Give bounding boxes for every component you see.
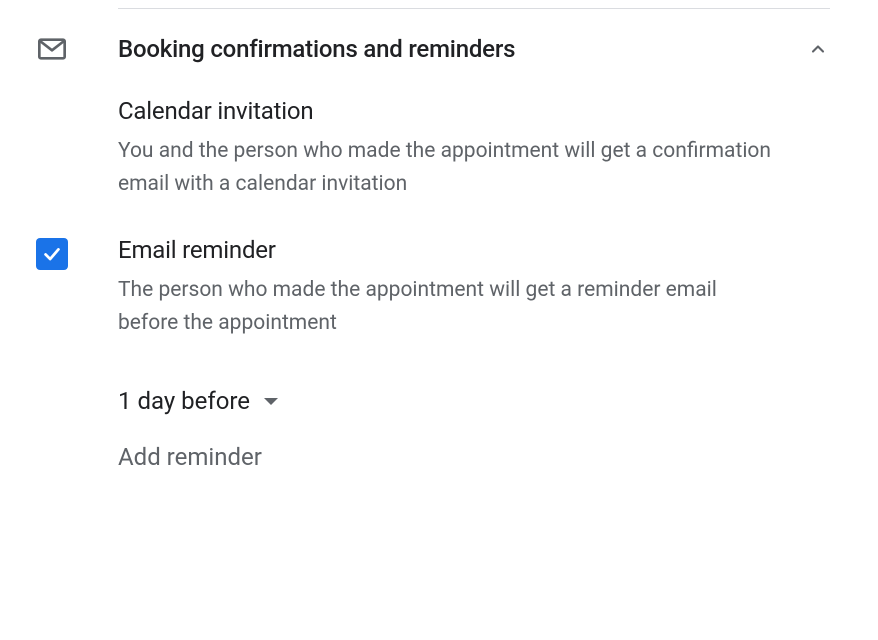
calendar-invitation-item: Calendar invitation You and the person w… — [118, 97, 830, 200]
checkmark-icon — [41, 243, 63, 265]
section-title: Booking confirmations and reminders — [118, 35, 806, 63]
reminder-time-value: 1 day before — [118, 387, 250, 415]
email-reminder-item: Email reminder The person who made the a… — [118, 236, 830, 339]
booking-settings-container: Booking confirmations and reminders Cale… — [0, 8, 878, 495]
booking-section: Booking confirmations and reminders Cale… — [0, 9, 878, 495]
dropdown-arrow-icon — [264, 398, 278, 405]
calendar-invitation-description: You and the person who made the appointm… — [118, 135, 778, 200]
add-reminder-button[interactable]: Add reminder — [118, 443, 262, 471]
chevron-up-icon[interactable] — [806, 37, 830, 61]
reminder-time-dropdown[interactable]: 1 day before — [118, 387, 278, 415]
email-reminder-title: Email reminder — [118, 236, 830, 264]
section-header[interactable]: Booking confirmations and reminders — [36, 33, 830, 65]
email-reminder-checkbox[interactable] — [36, 238, 68, 270]
section-content: Calendar invitation You and the person w… — [118, 65, 830, 471]
mail-icon — [36, 33, 68, 65]
calendar-invitation-title: Calendar invitation — [118, 97, 830, 125]
email-reminder-description: The person who made the appointment will… — [118, 274, 778, 339]
